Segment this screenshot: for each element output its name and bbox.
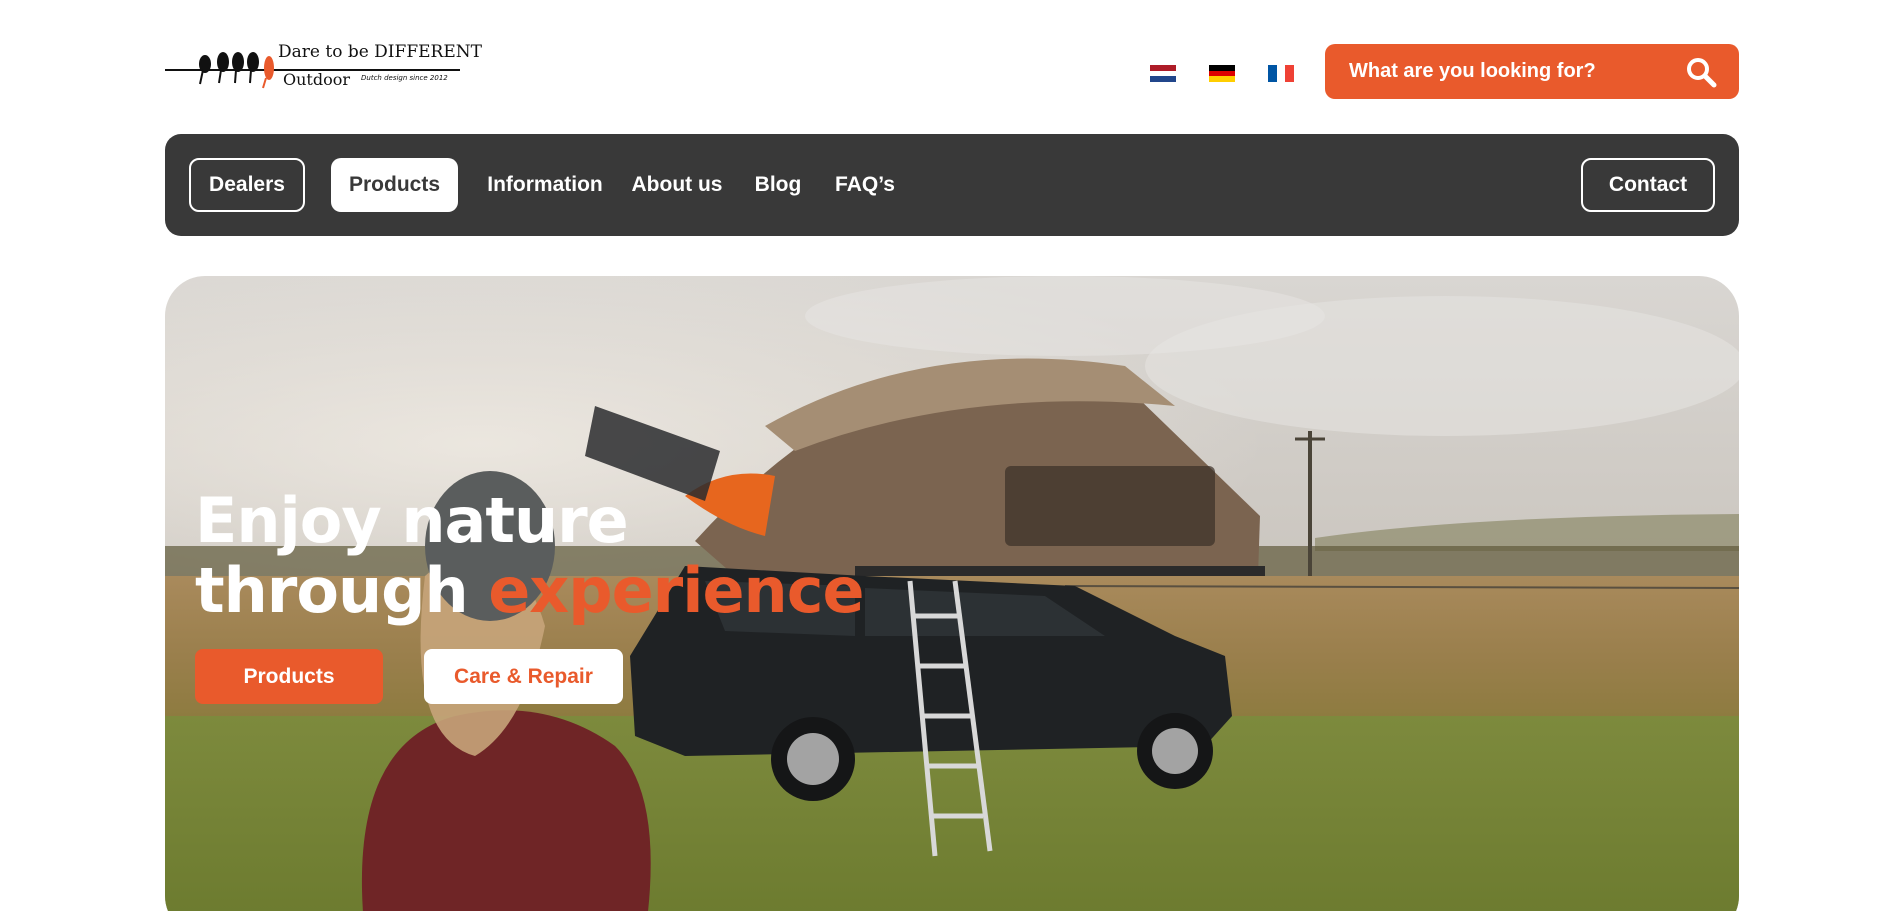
nav-faq[interactable]: FAQ’s xyxy=(832,158,898,212)
contact-button[interactable]: Contact xyxy=(1581,158,1715,212)
hero-title-accent: experience xyxy=(488,554,864,627)
site-logo[interactable]: Dare to be DIFFERENT Outdoor Dutch desig… xyxy=(165,40,482,96)
logo-brand: Outdoor xyxy=(283,70,351,89)
hero-title-line2: through xyxy=(195,554,489,627)
hero-products-button[interactable]: Products xyxy=(195,649,383,704)
logo-subtitle: Dutch design since 2012 xyxy=(361,74,448,82)
nav-products[interactable]: Products xyxy=(331,158,458,212)
search-icon[interactable] xyxy=(1685,56,1717,88)
flag-nl-icon[interactable] xyxy=(1150,65,1176,83)
search-bar[interactable]: What are you looking for? xyxy=(1325,44,1739,99)
hero-title-line1: Enjoy nature xyxy=(195,484,629,557)
page: Dare to be DIFFERENT Outdoor Dutch desig… xyxy=(0,0,1899,911)
nav-blog[interactable]: Blog xyxy=(753,158,803,212)
language-switcher xyxy=(1150,65,1295,83)
hero-banner: Enjoy nature through experience Products… xyxy=(165,276,1739,911)
hero-care-repair-button[interactable]: Care & Repair xyxy=(424,649,623,704)
flag-fr-icon[interactable] xyxy=(1268,65,1295,82)
hero-title: Enjoy nature through experience xyxy=(195,484,865,627)
main-nav: Dealers Products Information About us Bl… xyxy=(165,134,1739,236)
nav-information[interactable]: Information xyxy=(487,158,603,212)
nav-dealers[interactable]: Dealers xyxy=(189,158,305,212)
logo-tagline: Dare to be DIFFERENT xyxy=(278,42,482,62)
search-placeholder[interactable]: What are you looking for? xyxy=(1349,60,1596,83)
flag-de-icon[interactable] xyxy=(1209,65,1235,83)
nav-about-us[interactable]: About us xyxy=(630,158,724,212)
